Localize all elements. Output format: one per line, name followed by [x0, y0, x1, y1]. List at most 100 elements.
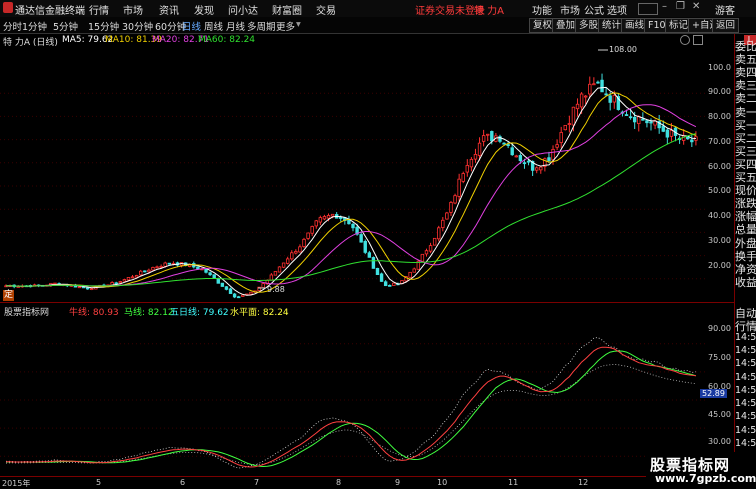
candle-body: [665, 129, 670, 138]
period-5min[interactable]: 5分钟: [53, 19, 78, 33]
restore-icon[interactable]: ❐: [676, 1, 685, 12]
period-weekly[interactable]: 周线: [204, 19, 223, 33]
candle-body: [645, 120, 649, 124]
candle-body: [147, 269, 151, 273]
more-chevron-icon[interactable]: ▾: [296, 19, 301, 30]
period-30min[interactable]: 30分钟: [122, 19, 153, 33]
indicator-tick: 75.00: [708, 353, 731, 362]
candle-body: [151, 267, 155, 271]
menu-item-discover[interactable]: 发现: [194, 2, 214, 17]
candle-body: [363, 240, 367, 253]
candle-body: [461, 173, 465, 182]
x-tick: 11: [508, 478, 519, 487]
candle-body: [306, 232, 310, 239]
candle-body: [196, 266, 200, 270]
x-tick: 2015年: [2, 479, 31, 488]
indicator-panel[interactable]: [0, 303, 735, 475]
candle-body: [232, 293, 237, 298]
time-axis: [0, 476, 735, 488]
five-day-line: [6, 337, 696, 469]
candle-body: [628, 116, 633, 119]
menu-item-trade[interactable]: 交易: [316, 2, 336, 17]
candle-body: [130, 276, 135, 279]
ma-line-ma10: [5, 92, 697, 293]
menu-item-news[interactable]: 资讯: [159, 2, 179, 17]
candle-body: [302, 238, 306, 247]
menu-item-options[interactable]: 选项: [607, 2, 627, 17]
close-icon[interactable]: ✕: [692, 1, 700, 12]
price-chart-panel[interactable]: [0, 34, 735, 302]
candle-body: [571, 106, 576, 126]
candle-body: [592, 83, 596, 86]
candle-body: [216, 278, 220, 284]
indicator-name[interactable]: 股票指标网: [4, 305, 49, 318]
period-monthly[interactable]: 月线: [226, 19, 245, 33]
app-title: 通达信金融终端: [15, 6, 85, 17]
candle-body: [241, 294, 245, 297]
tick-time: 14:56: [735, 398, 756, 410]
settings-circle-icon[interactable]: [680, 35, 690, 45]
current-stock-name: 特 力A: [474, 6, 505, 17]
candle-body: [641, 118, 645, 121]
candle-body: [559, 132, 563, 143]
candle-body: [579, 93, 584, 108]
tick-time: 14:56: [735, 344, 756, 356]
candle-body: [490, 131, 494, 142]
candle-body: [118, 281, 123, 284]
candle-body: [139, 270, 143, 276]
tick-time: 14:56: [735, 384, 756, 396]
candle-body: [322, 216, 327, 220]
candle-body: [547, 157, 551, 162]
candle-body: [506, 144, 510, 147]
candle-body: [159, 265, 163, 268]
period-multi[interactable]: 多周期: [247, 19, 276, 33]
maximize-panel-icon[interactable]: [693, 35, 703, 45]
guest-label[interactable]: 游客: [715, 2, 735, 17]
user-icon[interactable]: [638, 3, 658, 15]
indicator-chart: [0, 337, 705, 469]
candle-body: [249, 291, 253, 295]
menu-item-market-right[interactable]: 市场: [560, 2, 580, 17]
period-more[interactable]: 更多: [276, 19, 295, 33]
candle-body: [371, 257, 376, 269]
period-15min[interactable]: 15分钟: [88, 19, 119, 33]
x-tick: 5: [96, 478, 102, 487]
candle-body: [375, 267, 380, 275]
minimize-icon[interactable]: –: [662, 1, 667, 12]
candle-body: [220, 282, 225, 287]
candle-body: [624, 114, 629, 116]
candle-body: [388, 284, 392, 287]
back-button[interactable]: 返回: [712, 18, 740, 33]
candle-body: [85, 287, 90, 290]
candle-body: [155, 266, 159, 269]
candle-body: [604, 93, 608, 96]
menu-item-market[interactable]: 市场: [123, 2, 143, 17]
candle-body: [457, 178, 461, 197]
candle-body: [412, 268, 416, 273]
menu-item-function[interactable]: 功能: [532, 2, 552, 17]
candle-body: [285, 258, 290, 264]
candle-body: [612, 95, 616, 103]
candle-body: [522, 162, 527, 165]
period-1min[interactable]: 1分钟: [22, 19, 47, 33]
menu-item-quotes[interactable]: 行情: [89, 2, 109, 17]
x-tick: 9: [395, 478, 401, 487]
candle-body: [563, 124, 567, 131]
candle-body: [583, 95, 588, 98]
candle-body: [555, 144, 559, 148]
period-intraday[interactable]: 分时: [3, 19, 22, 33]
candle-body: [126, 277, 131, 281]
tick-time: 14:56: [735, 438, 756, 449]
lock-marker[interactable]: 定: [3, 290, 14, 301]
candle-body: [588, 83, 592, 95]
period-daily[interactable]: 日线: [182, 19, 201, 33]
price-tick: 20.00: [708, 261, 731, 270]
candle-body: [143, 270, 147, 273]
candle-body: [632, 116, 637, 123]
menu-item-ask[interactable]: 问小达: [228, 2, 258, 17]
menu-item-formula[interactable]: 公式: [584, 2, 604, 17]
candle-body: [437, 227, 441, 240]
menu-item-wealth[interactable]: 财富圈: [272, 2, 302, 17]
candle-body: [273, 271, 278, 276]
candle-body: [600, 79, 604, 93]
